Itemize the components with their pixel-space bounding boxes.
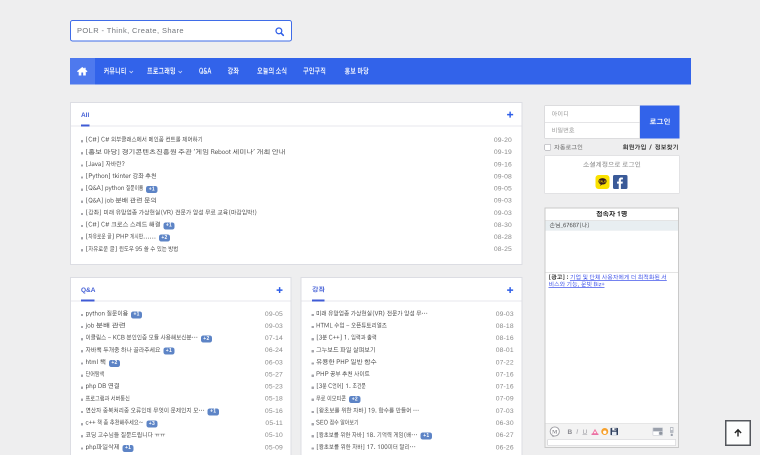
svg-text:TALK: TALK	[599, 179, 606, 183]
svg-text:M: M	[552, 429, 558, 435]
